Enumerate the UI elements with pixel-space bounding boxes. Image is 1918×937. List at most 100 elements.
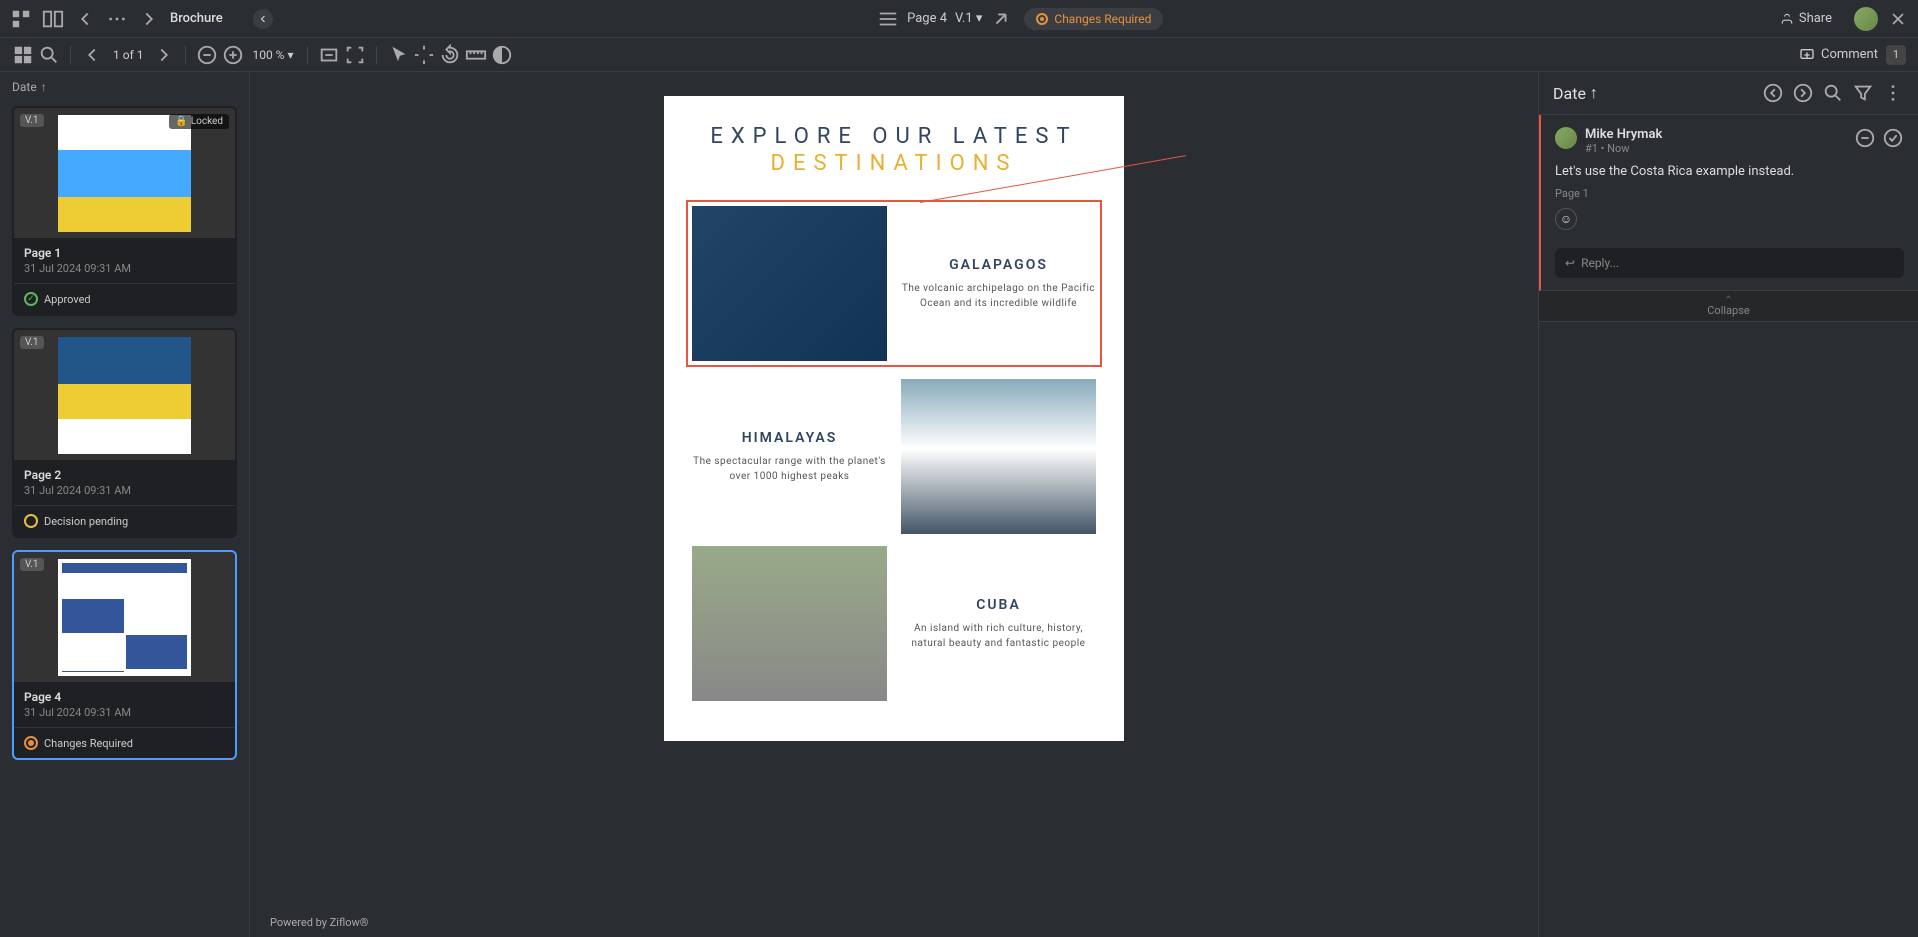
link-comment-icon[interactable] (1854, 127, 1876, 149)
thumbnail-page-4[interactable]: V.1 Page 4 31 Jul 2024 09:31 AM Changes … (12, 550, 237, 760)
collapse-button[interactable]: Collapse (1539, 291, 1918, 322)
fit-width-icon[interactable] (318, 44, 340, 66)
page-title-1: EXPLORE OUR LATEST (692, 124, 1096, 149)
destination-row: CUBA An island with rich culture, histor… (692, 546, 1096, 701)
version-badge: V.1 (20, 336, 44, 349)
more-options-icon[interactable] (1882, 82, 1904, 104)
app-header: Brochure Page 4 V.1 ▾ Changes Required S… (0, 0, 1918, 38)
comment-head: Mike Hrymak #1 • Now (1555, 127, 1904, 155)
thumbnail-meta: Page 2 31 Jul 2024 09:31 AM (14, 460, 235, 505)
fit-page-icon[interactable] (344, 44, 366, 66)
share-button[interactable]: Share (1768, 6, 1844, 31)
rotate-icon[interactable] (439, 44, 461, 66)
prev-comment-icon[interactable] (1762, 82, 1784, 104)
user-avatar[interactable] (1854, 7, 1878, 31)
close-icon[interactable] (1888, 9, 1908, 29)
destination-name: HIMALAYAS (692, 430, 887, 446)
destination-name: GALAPAGOS (901, 257, 1096, 273)
next-comment-icon[interactable] (1792, 82, 1814, 104)
logo-icon[interactable] (10, 8, 32, 30)
pointer-icon[interactable] (387, 44, 409, 66)
contrast-icon[interactable] (491, 44, 513, 66)
sort-button[interactable]: Date ↑ (12, 80, 47, 94)
current-page-label: Page 4 (907, 11, 947, 26)
comment-avatar (1555, 127, 1577, 149)
canvas[interactable]: EXPLORE OUR LATEST DESTINATIONS GALAPAGO… (250, 72, 1538, 937)
comment-actions (1854, 127, 1904, 149)
zoom-level[interactable]: 100 % ▾ (248, 48, 297, 62)
header-center: Page 4 V.1 ▾ Changes Required (273, 8, 1768, 30)
thumbnails-list: V.1 🔒 Locked Page 1 31 Jul 2024 09:31 AM… (0, 102, 249, 937)
separator (307, 46, 308, 64)
page-counter: 1 of 1 (107, 48, 149, 62)
comment-text: Let's use the Costa Rica example instead… (1555, 163, 1904, 181)
toolbar: 1 of 1 100 % ▾ Comment 1 (0, 38, 1918, 72)
destination-image (692, 206, 887, 361)
comments-actions (1762, 82, 1904, 104)
thumbnail-page-2[interactable]: V.1 Page 2 31 Jul 2024 09:31 AM Decision… (12, 328, 237, 538)
comments-panel: Date ↑ Mike Hrymak #1 • Now (1538, 72, 1918, 937)
comment-page-ref: Page 1 (1555, 187, 1904, 200)
grid-view-icon[interactable] (12, 44, 34, 66)
header-right: Share (1768, 6, 1908, 31)
compare-icon[interactable] (42, 8, 64, 30)
ruler-icon[interactable] (465, 44, 487, 66)
separator (70, 46, 71, 64)
more-icon[interactable] (106, 8, 128, 30)
comments-sort-button[interactable]: Date ↑ (1553, 83, 1598, 103)
pending-icon (24, 514, 38, 528)
header-doc-info: Page 4 V.1 ▾ (877, 8, 1012, 30)
status-text: Changes Required (1054, 12, 1151, 26)
header-left: Brochure (10, 8, 273, 30)
comment-meta: #1 • Now (1585, 142, 1662, 155)
destination-desc: The spectacular range with the planet's … (692, 454, 887, 484)
search-icon[interactable] (38, 44, 60, 66)
locked-badge: 🔒 Locked (169, 114, 229, 129)
thumbnail-title: Page 4 (24, 690, 225, 704)
sidebar-toggle-icon[interactable] (253, 9, 273, 29)
thumbnails-sidebar: Date ↑ V.1 🔒 Locked Page 1 31 Jul 2024 0… (0, 72, 250, 937)
zoom-in-icon[interactable] (222, 44, 244, 66)
menu-icon[interactable] (877, 8, 899, 30)
page-title-2: DESTINATIONS (692, 151, 1096, 176)
prev-page-icon[interactable] (81, 44, 103, 66)
emoji-react-button[interactable]: ☺ (1555, 208, 1577, 230)
comment-author: Mike Hrymak (1585, 127, 1662, 142)
main: Date ↑ V.1 🔒 Locked Page 1 31 Jul 2024 0… (0, 72, 1918, 937)
comment-button[interactable]: Comment (1799, 47, 1878, 63)
thumbnail-meta: Page 4 31 Jul 2024 09:31 AM (14, 682, 235, 727)
changes-icon (24, 736, 38, 750)
pan-icon[interactable] (413, 44, 435, 66)
destination-name: CUBA (901, 597, 1096, 613)
external-icon[interactable] (990, 8, 1012, 30)
status-dot-icon (1036, 13, 1048, 25)
reply-input[interactable]: ↩ Reply... (1555, 248, 1904, 278)
comments-header: Date ↑ (1539, 72, 1918, 115)
destination-text: GALAPAGOS The volcanic archipelago on th… (901, 257, 1096, 311)
approved-icon (24, 292, 38, 306)
page-view: EXPLORE OUR LATEST DESTINATIONS GALAPAGO… (664, 96, 1124, 741)
powered-by: Powered by Ziflow® (270, 916, 368, 929)
nav-next-icon[interactable] (138, 8, 160, 30)
status-pill[interactable]: Changes Required (1024, 8, 1163, 30)
destination-text: CUBA An island with rich culture, histor… (901, 597, 1096, 651)
separator (185, 46, 186, 64)
filter-icon[interactable] (1852, 82, 1874, 104)
comment-body: Mike Hrymak #1 • Now Let's use the Costa… (1541, 115, 1918, 242)
thumbnail-date: 31 Jul 2024 09:31 AM (24, 706, 225, 719)
thumbnail-image: V.1 (14, 330, 235, 460)
destination-image (692, 546, 887, 701)
thumbnail-date: 31 Jul 2024 09:31 AM (24, 262, 225, 275)
search-comments-icon[interactable] (1822, 82, 1844, 104)
zoom-out-icon[interactable] (196, 44, 218, 66)
comment-item[interactable]: Mike Hrymak #1 • Now Let's use the Costa… (1539, 115, 1918, 291)
next-page-icon[interactable] (153, 44, 175, 66)
nav-prev-icon[interactable] (74, 8, 96, 30)
version-label[interactable]: V.1 ▾ (955, 11, 982, 26)
separator (376, 46, 377, 64)
sidebar-header: Date ↑ (0, 72, 249, 102)
comment-count[interactable]: 1 (1886, 45, 1906, 65)
reply-arrow-icon: ↩ (1565, 256, 1575, 270)
resolve-comment-icon[interactable] (1882, 127, 1904, 149)
thumbnail-page-1[interactable]: V.1 🔒 Locked Page 1 31 Jul 2024 09:31 AM… (12, 106, 237, 316)
